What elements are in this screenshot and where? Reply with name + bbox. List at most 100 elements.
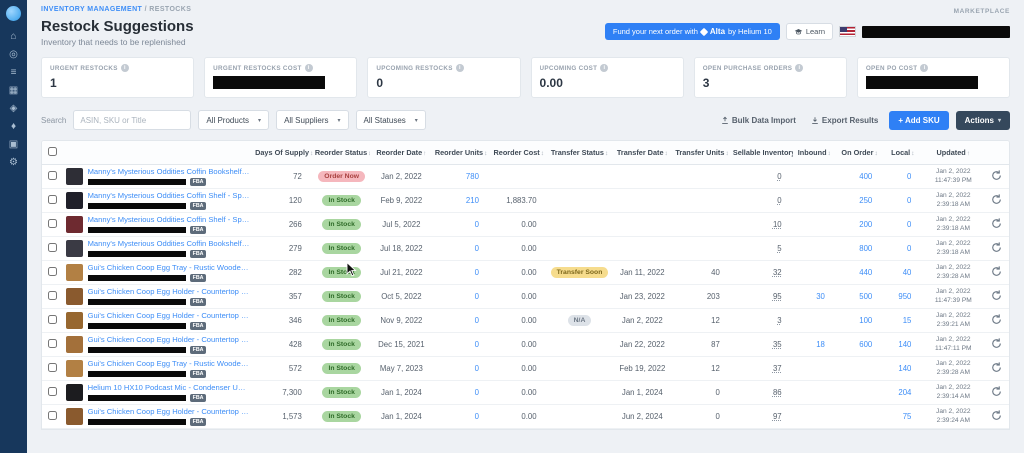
row-checkbox[interactable] — [48, 267, 57, 276]
sellable-inventory-cell[interactable]: 3 — [731, 309, 793, 333]
local-cell[interactable]: 75 — [883, 405, 922, 429]
table-row[interactable]: Gui's Chicken Coop Egg Tray - Rustic Woo… — [42, 357, 1009, 381]
inbound-cell[interactable]: 30 — [793, 285, 836, 309]
on-order-cell[interactable] — [836, 381, 883, 405]
inbound-cell[interactable] — [793, 213, 836, 237]
table-row[interactable]: Gui's Chicken Coop Egg Holder - Countert… — [42, 309, 1009, 333]
bulk-data-import-button[interactable]: Bulk Data Import — [717, 114, 800, 127]
sellable-inventory-cell[interactable]: 97 — [731, 405, 793, 429]
product-title-link[interactable]: Gui's Chicken Coop Egg Tray - Rustic Woo… — [88, 263, 251, 272]
local-cell[interactable]: 0 — [883, 189, 922, 213]
product-title-link[interactable]: Gui's Chicken Coop Egg Holder - Countert… — [88, 311, 251, 320]
search-input[interactable] — [73, 110, 191, 130]
refresh-icon[interactable] — [991, 410, 1002, 421]
reorder-units-cell[interactable]: 0 — [432, 405, 490, 429]
refresh-icon[interactable] — [991, 242, 1002, 253]
product-title-link[interactable]: Gui's Chicken Coop Egg Holder - Countert… — [88, 335, 251, 344]
column-header[interactable]: Reorder Status↕ — [313, 141, 371, 165]
product-title-link[interactable]: Manny's Mysterious Oddities Coffin Books… — [88, 239, 251, 248]
product-title-link[interactable]: Manny's Mysterious Oddities Coffin Shelf… — [88, 215, 251, 224]
product-title-link[interactable]: Manny's Mysterious Oddities Coffin Shelf… — [88, 191, 251, 200]
inbound-cell[interactable] — [793, 189, 836, 213]
inbound-cell[interactable] — [793, 261, 836, 285]
sellable-inventory-cell[interactable]: 35 — [731, 333, 793, 357]
info-icon[interactable]: i — [121, 64, 129, 72]
reorder-units-cell[interactable]: 0 — [432, 333, 490, 357]
row-checkbox[interactable] — [48, 195, 57, 204]
binoculars-icon[interactable]: ◎ — [0, 50, 27, 60]
on-order-cell[interactable]: 200 — [836, 213, 883, 237]
inbound-cell[interactable] — [793, 237, 836, 261]
refresh-icon[interactable] — [991, 338, 1002, 349]
on-order-cell[interactable] — [836, 357, 883, 381]
local-cell[interactable]: 0 — [883, 213, 922, 237]
on-order-cell[interactable]: 800 — [836, 237, 883, 261]
row-checkbox[interactable] — [48, 219, 57, 228]
breadcrumb-inventory-management[interactable]: INVENTORY MANAGEMENT — [41, 6, 142, 13]
column-header[interactable]: Local↕ — [883, 141, 922, 165]
row-checkbox[interactable] — [48, 363, 57, 372]
redacted-marketplace-selector[interactable] — [862, 26, 1010, 38]
sellable-inventory-cell[interactable]: 5 — [731, 237, 793, 261]
local-cell[interactable]: 0 — [883, 165, 922, 189]
on-order-cell[interactable]: 440 — [836, 261, 883, 285]
filter-dropdown-1[interactable]: All Products ▾ — [198, 110, 269, 130]
filter-dropdown-2[interactable]: All Suppliers ▾ — [276, 110, 348, 130]
product-title-link[interactable]: Gui's Chicken Coop Egg Tray - Rustic Woo… — [88, 359, 251, 368]
refresh-icon[interactable] — [991, 362, 1002, 373]
refresh-icon[interactable] — [991, 386, 1002, 397]
reorder-units-cell[interactable]: 0 — [432, 261, 490, 285]
inbound-cell[interactable] — [793, 165, 836, 189]
column-header[interactable]: Reorder Cost↕ — [490, 141, 548, 165]
inbound-cell[interactable] — [793, 309, 836, 333]
refresh-icon[interactable] — [991, 314, 1002, 325]
table-row[interactable]: Manny's Mysterious Oddities Coffin Shelf… — [42, 189, 1009, 213]
sellable-inventory-cell[interactable]: 32 — [731, 261, 793, 285]
sellable-inventory-cell[interactable]: 0 — [731, 189, 793, 213]
column-header[interactable]: Updated↑ — [922, 141, 984, 165]
info-icon[interactable]: i — [456, 64, 464, 72]
local-cell[interactable]: 140 — [883, 333, 922, 357]
home-icon[interactable]: ⌂ — [0, 32, 27, 42]
select-all-header[interactable] — [42, 141, 63, 165]
column-header[interactable]: Inbound↕ — [793, 141, 836, 165]
inbound-cell[interactable]: 18 — [793, 333, 836, 357]
row-checkbox[interactable] — [48, 411, 57, 420]
column-header[interactable]: Transfer Status↕ — [548, 141, 612, 165]
helium10-logo[interactable] — [6, 6, 21, 21]
product-title-link[interactable]: Gui's Chicken Coop Egg Holder - Countert… — [88, 407, 251, 416]
info-icon[interactable]: i — [795, 64, 803, 72]
column-header[interactable]: Reorder Units↕ — [432, 141, 490, 165]
on-order-cell[interactable]: 400 — [836, 165, 883, 189]
on-order-cell[interactable]: 100 — [836, 309, 883, 333]
reorder-units-cell[interactable]: 0 — [432, 237, 490, 261]
column-header[interactable]: Days Of Supply↕ — [253, 141, 313, 165]
table-row[interactable]: Manny's Mysterious Oddities Coffin Books… — [42, 165, 1009, 189]
row-checkbox[interactable] — [48, 387, 57, 396]
column-header[interactable]: Reorder Date↑ — [370, 141, 432, 165]
local-cell[interactable]: 0 — [883, 237, 922, 261]
table-row[interactable]: Manny's Mysterious Oddities Coffin Books… — [42, 237, 1009, 261]
learn-button[interactable]: Learn — [786, 23, 833, 40]
table-row[interactable]: Gui's Chicken Coop Egg Tray - Rustic Woo… — [42, 261, 1009, 285]
product-title-link[interactable]: Gui's Chicken Coop Egg Holder - Countert… — [88, 287, 251, 296]
refresh-icon[interactable] — [991, 170, 1002, 181]
product-title-link[interactable]: Helium 10 HX10 Podcast Mic - Condenser U… — [88, 383, 251, 392]
inbound-cell[interactable] — [793, 357, 836, 381]
reorder-units-cell[interactable]: 0 — [432, 309, 490, 333]
table-row[interactable]: Gui's Chicken Coop Egg Holder - Countert… — [42, 405, 1009, 429]
refresh-icon[interactable] — [991, 266, 1002, 277]
local-cell[interactable]: 204 — [883, 381, 922, 405]
row-checkbox[interactable] — [48, 243, 57, 252]
inventory-icon[interactable]: ▣ — [0, 140, 27, 150]
analytics-icon[interactable]: ▦ — [0, 86, 27, 96]
table-row[interactable]: Gui's Chicken Coop Egg Holder - Countert… — [42, 333, 1009, 357]
refresh-icon[interactable] — [991, 290, 1002, 301]
export-results-button[interactable]: Export Results — [807, 114, 882, 127]
column-header[interactable] — [63, 141, 254, 165]
local-cell[interactable]: 15 — [883, 309, 922, 333]
marketing-icon[interactable]: ♦ — [0, 122, 27, 132]
reorder-units-cell[interactable]: 0 — [432, 357, 490, 381]
on-order-cell[interactable]: 600 — [836, 333, 883, 357]
local-cell[interactable]: 40 — [883, 261, 922, 285]
